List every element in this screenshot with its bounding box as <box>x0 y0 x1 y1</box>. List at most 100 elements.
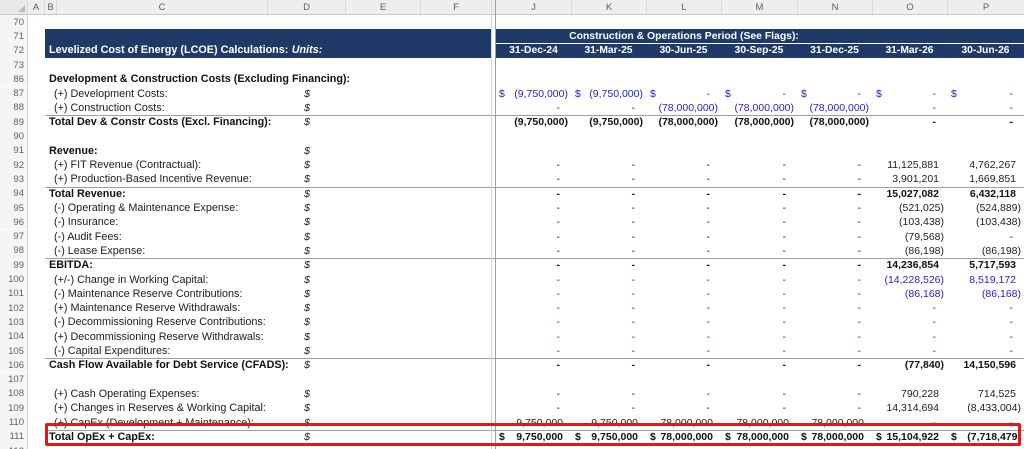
row-header-87[interactable]: 87 <box>0 87 28 101</box>
row-header-101[interactable]: 101 <box>0 287 28 301</box>
cell-D101[interactable]: $ <box>268 287 346 301</box>
row-header-72[interactable]: 72 <box>0 44 28 58</box>
cell-K98[interactable]: - <box>571 244 646 258</box>
cell-J93[interactable]: - <box>495 172 571 186</box>
column-header-A[interactable]: A <box>28 0 45 14</box>
cell-N96[interactable]: - <box>797 215 872 229</box>
row-header-86[interactable]: 86 <box>0 72 28 86</box>
cell-N109[interactable]: - <box>797 401 872 415</box>
cell-K89[interactable]: (9,750,000) <box>571 115 646 129</box>
cell-L95[interactable]: - <box>646 201 721 215</box>
cell-K102[interactable]: - <box>571 301 646 315</box>
cell-P110[interactable]: - <box>947 415 1024 429</box>
cell-C97[interactable]: (-) Audit Fees: <box>45 230 268 244</box>
cell-N88[interactable]: (78,000,000) <box>797 101 872 115</box>
cell-lcoe-title[interactable]: Levelized Cost of Energy (LCOE) Calculat… <box>49 44 288 56</box>
row-header-71[interactable]: 71 <box>0 29 28 43</box>
cell-P96[interactable]: (103,438) <box>947 215 1024 229</box>
cell-K88[interactable]: - <box>571 101 646 115</box>
cell-C108[interactable]: (+) Cash Operating Expenses: <box>45 387 268 401</box>
cell-J105[interactable]: - <box>495 344 571 358</box>
cell-O88[interactable]: - <box>872 101 947 115</box>
cell-D99[interactable]: $ <box>268 258 346 272</box>
cell-L92[interactable]: - <box>646 158 721 172</box>
cell-M111[interactable]: 78,000,000$ <box>721 430 797 444</box>
cell-N101[interactable]: - <box>797 287 872 301</box>
cell-M96[interactable]: - <box>721 215 797 229</box>
cell-L98[interactable]: - <box>646 244 721 258</box>
cell-date-O72[interactable]: 31-Mar-26 <box>872 44 947 58</box>
cell-M89[interactable]: (78,000,000) <box>721 115 797 129</box>
cell-N106[interactable]: - <box>797 358 872 372</box>
cell-M93[interactable]: - <box>721 172 797 186</box>
cell-O101[interactable]: (86,168) <box>872 287 947 301</box>
cell-C105[interactable]: (-) Capital Expenditures: <box>45 344 268 358</box>
cell-N110[interactable]: 78,000,000 <box>797 415 872 429</box>
cell-date-J72[interactable]: 31-Dec-24 <box>496 44 571 58</box>
row-header-89[interactable]: 89 <box>0 115 28 129</box>
cell-P111[interactable]: (7,718,479)$ <box>947 430 1024 444</box>
cell-M88[interactable]: (78,000,000) <box>721 101 797 115</box>
cell-D100[interactable]: $ <box>268 272 346 286</box>
cell-P92[interactable]: 4,762,267 <box>947 158 1024 172</box>
cell-C104[interactable]: (+) Decommissioning Reserve Withdrawals: <box>45 330 268 344</box>
cell-O108[interactable]: 790,228 <box>872 387 947 401</box>
cell-K108[interactable]: - <box>571 387 646 401</box>
cell-P108[interactable]: 714,525 <box>947 387 1024 401</box>
cell-L89[interactable]: (78,000,000) <box>646 115 721 129</box>
cell-L97[interactable]: - <box>646 230 721 244</box>
cell-K109[interactable]: - <box>571 401 646 415</box>
cell-K93[interactable]: - <box>571 172 646 186</box>
cell-O100[interactable]: (14,228,526) <box>872 272 947 286</box>
cell-C99[interactable]: EBITDA: <box>45 258 268 272</box>
column-header-N[interactable]: N <box>798 0 873 14</box>
cell-D89[interactable]: $ <box>268 115 346 129</box>
column-header-O[interactable]: O <box>873 0 948 14</box>
row-header-95[interactable]: 95 <box>0 201 28 215</box>
cell-C110[interactable]: (+) CapEx (Development + Maintenance): <box>45 415 268 429</box>
cell-L110[interactable]: 78,000,000 <box>646 415 721 429</box>
cell-J100[interactable]: - <box>495 272 571 286</box>
cell-D92[interactable]: $ <box>268 158 346 172</box>
cell-K103[interactable]: - <box>571 315 646 329</box>
cell-O109[interactable]: 14,314,694 <box>872 401 947 415</box>
column-header-K[interactable]: K <box>572 0 647 14</box>
cell-K110[interactable]: 9,750,000 <box>571 415 646 429</box>
cell-L109[interactable]: - <box>646 401 721 415</box>
cell-date-N72[interactable]: 31-Dec-25 <box>797 44 872 58</box>
cell-C87[interactable]: (+) Development Costs: <box>45 87 268 101</box>
cell-N102[interactable]: - <box>797 301 872 315</box>
cell-P94[interactable]: 6,432,118 <box>947 187 1024 201</box>
cell-C89[interactable]: Total Dev & Constr Costs (Excl. Financin… <box>45 115 268 129</box>
cell-C106[interactable]: Cash Flow Available for Debt Service (CF… <box>45 358 268 372</box>
cell-N97[interactable]: - <box>797 230 872 244</box>
cell-units-header[interactable]: Units: <box>268 44 346 56</box>
cell-L100[interactable]: - <box>646 272 721 286</box>
cell-date-K72[interactable]: 31-Mar-25 <box>571 44 646 58</box>
row-header-90[interactable]: 90 <box>0 129 28 143</box>
cell-M94[interactable]: - <box>721 187 797 201</box>
cell-M99[interactable]: - <box>721 258 797 272</box>
column-header-L[interactable]: L <box>647 0 722 14</box>
cell-O97[interactable]: (79,568) <box>872 230 947 244</box>
cell-date-M72[interactable]: 30-Sep-25 <box>721 44 797 58</box>
cell-J99[interactable]: - <box>495 258 571 272</box>
cell-N87[interactable]: -$ <box>797 87 872 101</box>
cell-O96[interactable]: (103,438) <box>872 215 947 229</box>
cell-K97[interactable]: - <box>571 230 646 244</box>
row-header-104[interactable]: 104 <box>0 330 28 344</box>
row-header-93[interactable]: 93 <box>0 172 28 186</box>
cell-J101[interactable]: - <box>495 287 571 301</box>
cell-P102[interactable]: - <box>947 301 1024 315</box>
cell-C98[interactable]: (-) Lease Expense: <box>45 244 268 258</box>
row-header-94[interactable]: 94 <box>0 187 28 201</box>
cell-C88[interactable]: (+) Construction Costs: <box>45 101 268 115</box>
cell-J96[interactable]: - <box>495 215 571 229</box>
column-header-E[interactable]: E <box>346 0 421 14</box>
cell-L88[interactable]: (78,000,000) <box>646 101 721 115</box>
cell-J98[interactable]: - <box>495 244 571 258</box>
cell-P87[interactable]: -$ <box>947 87 1024 101</box>
cell-L99[interactable]: - <box>646 258 721 272</box>
cell-D108[interactable]: $ <box>268 387 346 401</box>
cell-P93[interactable]: 1,669,851 <box>947 172 1024 186</box>
